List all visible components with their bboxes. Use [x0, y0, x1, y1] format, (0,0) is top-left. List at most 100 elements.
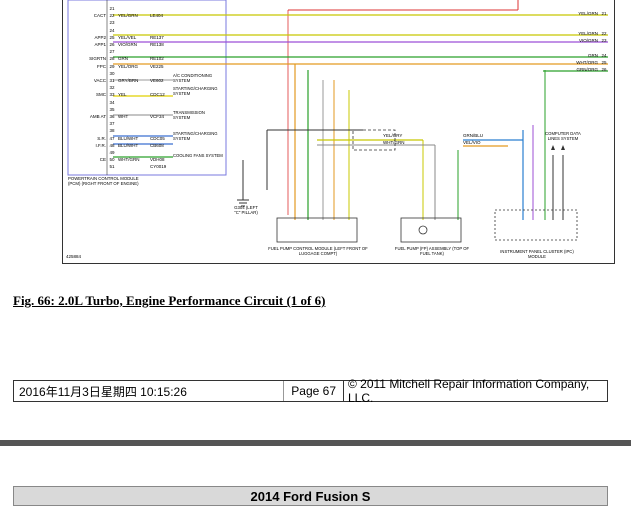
connector-wire-color	[118, 19, 150, 26]
ipc-label: INSTRUMENT PANEL CLUSTER (IPC) MODULE	[500, 249, 574, 259]
connector-signal-label	[63, 149, 106, 156]
connector-wire-color: GRY/BRN	[118, 78, 139, 84]
footer-date: 2016年11月3日星期四 10:15:26	[14, 381, 284, 401]
connector-pin-number: 51	[109, 164, 115, 170]
connector-circuit-id	[150, 27, 180, 34]
destination-system-label: STARTING/CHARGING SYSTEM	[173, 131, 218, 141]
connector-circuit-id	[150, 99, 180, 106]
mid-wire-label-1: YEL/GRY	[383, 133, 403, 138]
mid-wire-label-2: WHT/GRN	[383, 140, 405, 145]
connector-circuit-id: LE404	[150, 13, 164, 19]
connector-pin-number: 47	[109, 135, 115, 141]
figure-caption: Fig. 66: 2.0L Turbo, Engine Performance …	[13, 293, 326, 308]
right-connector-row: YEL/GRN 21	[543, 10, 613, 17]
connector-wire-color: WHT	[118, 114, 129, 120]
connector-wire-color	[118, 27, 150, 34]
connector-signal-label: CACT	[93, 13, 106, 19]
connector-pin-number: 37	[109, 121, 115, 127]
connector-wire-color: BLU/WHT	[118, 135, 139, 141]
connector-signal-label: AMB AT	[89, 114, 106, 120]
connector-circuit-id: VE225	[150, 63, 164, 69]
connector-wire-color: BLU/WHT	[118, 142, 139, 148]
computer-data-label: COMPUTER DATA LINES SYSTEM	[545, 131, 581, 141]
connector-wire-color	[118, 5, 150, 12]
pcm-connector-row: APP1 26 VIO/GRN RE138	[63, 41, 213, 48]
connector-pin-number: 23	[109, 20, 115, 26]
connector-wire-color: VIO/GRN	[118, 42, 138, 48]
connector-circuit-id	[150, 48, 180, 55]
wiring-diagram: 21 CACT 22 YEL/GRN LE404 23 24 APP2 25 YEL/VEL RE1…	[62, 0, 615, 264]
right-wire-color: GRN/ORG	[576, 67, 598, 72]
connector-signal-label	[63, 70, 106, 77]
connector-wire-color	[118, 99, 150, 106]
connector-wire-color: WHT/GRN	[118, 157, 140, 163]
connector-circuit-id	[150, 120, 180, 127]
figure-id: 425884	[66, 254, 82, 259]
destination-system-label: STARTING/CHARGING SYSTEM	[173, 86, 218, 96]
page-footer: 2016年11月3日星期四 10:15:26 Page 67 © 2011 Mi…	[13, 377, 608, 405]
right-pin-number: 26	[601, 67, 607, 72]
connector-pin-number: 26	[109, 42, 115, 48]
pcm-connector-row: SIGRTN 28 GRN RE102	[63, 55, 213, 62]
connector-circuit-id	[150, 5, 180, 12]
connector-wire-color: YEL/ORG	[118, 63, 139, 69]
connector-circuit-id: CB608	[150, 142, 164, 148]
connector-signal-label	[63, 120, 106, 127]
ground-label: G304 (LEFT "C" PILLAR)	[234, 205, 258, 215]
connector-signal-label: FPC	[97, 63, 106, 69]
connector-pin-number: 31	[109, 78, 115, 84]
connector-pin-number: 33	[109, 92, 115, 98]
connector-wire-color	[118, 149, 150, 156]
right-pin-number: 21	[601, 11, 607, 16]
connector-wire-color	[118, 70, 150, 77]
right-wire-color: VIO/GRN	[578, 38, 598, 43]
connector-wire-color	[118, 48, 150, 55]
mid-wire-label-4: VEL/VIO	[463, 140, 481, 145]
connector-wire-color: YEL/GRN	[118, 13, 138, 19]
connector-signal-label: SIGRTN	[89, 56, 106, 62]
connector-signal-label: SMC	[96, 92, 106, 98]
connector-pin-number: 21	[109, 6, 115, 11]
connector-circuit-id: CY0019	[150, 164, 167, 170]
connector-circuit-id: RE138	[150, 42, 164, 48]
page-separator	[0, 440, 631, 446]
connector-signal-label: VACC	[93, 78, 106, 84]
connector-circuit-id: RE137	[150, 34, 164, 40]
connector-pin-number: 28	[109, 56, 115, 62]
connector-pin-number: 22	[109, 13, 115, 19]
connector-pin-number: 49	[109, 150, 115, 156]
pcm-connector-row: 51 CY0019	[63, 163, 213, 170]
connector-signal-label	[63, 84, 106, 91]
connector-signal-label	[63, 163, 106, 170]
pcm-label: POWERTRAIN CONTROL MODULE (PCM) (RIGHT F…	[68, 176, 139, 187]
pcm-connector-row: 24	[63, 27, 213, 34]
right-pin-number: 23	[601, 38, 607, 43]
connector-pin-number: 32	[109, 85, 115, 91]
connector-signal-label: APP1	[94, 42, 106, 48]
connector-pin-number: 25	[109, 34, 115, 40]
connector-wire-color	[118, 163, 150, 170]
pcm-connector-row: I.F.R. 48 BLU/WHT CB608	[63, 142, 213, 149]
connector-signal-label: CE	[99, 157, 106, 163]
connector-circuit-id	[150, 19, 180, 26]
connector-signal-label	[63, 106, 106, 113]
destination-system-label: COOLING FANS SYSTEM	[173, 153, 223, 158]
pcm-connector-row: CACT 22 YEL/GRN LE404	[63, 12, 213, 19]
pcm-connector-row: 34	[63, 99, 213, 106]
pcm-connector-row: APP2 25 YEL/VEL RE137	[63, 34, 213, 41]
connector-signal-label: S.R.	[97, 135, 106, 141]
connector-signal-label: I.F.R.	[95, 142, 106, 148]
connector-signal-label	[63, 19, 106, 26]
right-connector-row: GRN/ORG 26	[543, 66, 613, 73]
footer-page-number: Page 67	[284, 381, 344, 401]
connector-pin-number: 35	[109, 106, 115, 112]
destination-system-label: TRANSMISSION SYSTEM	[173, 110, 205, 120]
pcm-connector-row: 21	[63, 5, 213, 12]
fpcm-label: FUEL PUMP CONTROL MODULE (LEFT FRONT OF …	[268, 246, 368, 256]
connector-signal-label	[63, 99, 106, 106]
footer-copyright: © 2011 Mitchell Repair Information Compa…	[348, 377, 590, 405]
connector-pin-number: 50	[109, 157, 115, 163]
connector-wire-color: YEL/VEL	[118, 34, 137, 40]
mid-wire-label-3: GRN/BLU	[463, 133, 484, 138]
connector-signal-label	[63, 127, 106, 134]
